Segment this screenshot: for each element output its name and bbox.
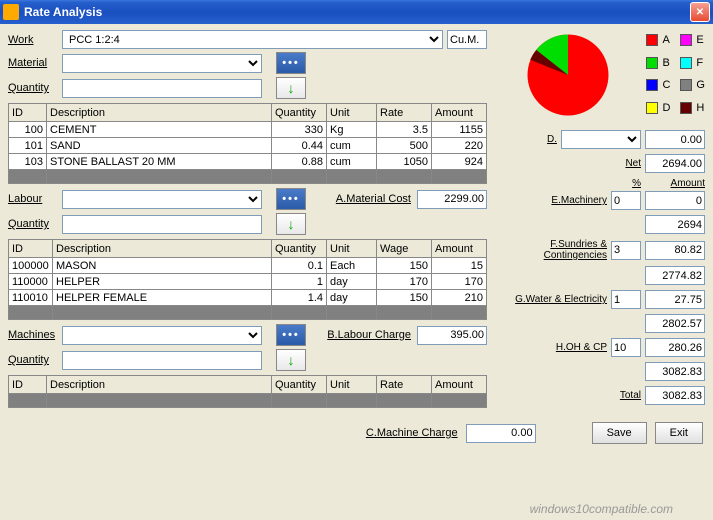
legend-swatch [646,34,658,46]
f-pc[interactable] [611,241,641,260]
labour-charge-label: B.Labour Charge [327,329,411,341]
labour-charge-value[interactable] [417,326,487,345]
e-label: E.Machinery [495,195,607,206]
total-value[interactable] [645,386,705,405]
work-label: Work [8,34,58,46]
amt-header: Amount [645,178,705,189]
g-label: G.Water & Electricity [495,294,607,305]
work-select[interactable]: PCC 1:2:4 [62,30,443,49]
d-label: D. [495,134,557,145]
material-label: Material [8,57,58,69]
machines-table: ID Description Quantity Unit Rate Amount [8,375,487,408]
subtotal-4[interactable] [645,362,705,381]
table-row[interactable]: 110000HELPER1day170170 [9,274,487,290]
net-value[interactable] [645,154,705,173]
d-select[interactable] [561,130,641,149]
material-cost-label: A.Material Cost [336,193,411,205]
material-qty-label: Quantity [8,82,58,94]
pie-chart [523,30,613,120]
e-amt[interactable] [645,191,705,210]
h-label: H.OH & CP [495,342,607,353]
g-pc[interactable] [611,290,641,309]
labour-qty-input[interactable] [62,215,262,234]
machines-qty-label: Quantity [8,354,58,366]
material-add-button[interactable]: ↓ [276,77,306,99]
table-row [9,394,487,408]
app-icon [3,4,19,20]
table-row[interactable]: 110010HELPER FEMALE1.4day150210 [9,290,487,306]
net-label: Net [495,158,641,169]
h-pc[interactable] [611,338,641,357]
close-button[interactable]: ✕ [690,2,710,22]
machines-lookup-button[interactable]: ••• [276,324,306,346]
table-row [9,170,487,184]
subtotal-3[interactable] [645,314,705,333]
f-amt[interactable] [645,241,705,260]
table-row[interactable]: 103STONE BALLAST 20 MM0.88cum1050924 [9,154,487,170]
machine-charge-label: C.Machine Charge [366,427,458,439]
total-label: Total [495,390,641,401]
col-qty: Quantity [272,104,327,122]
f-label: F.Sundries & Contingencies [495,239,607,261]
labour-label: Labour [8,193,58,205]
machines-qty-input[interactable] [62,351,262,370]
exit-button[interactable]: Exit [655,422,703,444]
labour-qty-label: Quantity [8,218,58,230]
col-unit: Unit [327,104,377,122]
machines-add-button[interactable]: ↓ [276,349,306,371]
table-row[interactable]: 100000MASON0.1Each15015 [9,258,487,274]
col-id: ID [9,104,47,122]
labour-table: ID Description Quantity Unit Wage Amount… [8,239,487,320]
d-value[interactable] [645,130,705,149]
material-qty-input[interactable] [62,79,262,98]
window-title: Rate Analysis [24,5,690,19]
machines-label: Machines [8,329,58,341]
col-amt: Amount [432,104,487,122]
col-rate: Rate [377,104,432,122]
table-row[interactable]: 100CEMENT330Kg3.51155 [9,122,487,138]
table-row[interactable]: 101SAND0.44cum500220 [9,138,487,154]
work-unit[interactable] [447,30,487,49]
material-select[interactable] [62,54,262,73]
legend: A E B F C G D H [646,30,705,120]
watermark: windows10compatible.com [530,502,673,516]
material-table: ID Description Quantity Unit Rate Amount… [8,103,487,184]
e-pc[interactable] [611,191,641,210]
subtotal-2[interactable] [645,266,705,285]
subtotal-1[interactable] [645,215,705,234]
titlebar: Rate Analysis ✕ [0,0,713,24]
g-amt[interactable] [645,290,705,309]
machine-charge-value[interactable] [466,424,536,443]
material-lookup-button[interactable]: ••• [276,52,306,74]
save-button[interactable]: Save [592,422,647,444]
col-desc: Description [47,104,272,122]
labour-select[interactable] [62,190,262,209]
table-row [9,306,487,320]
labour-add-button[interactable]: ↓ [276,213,306,235]
labour-lookup-button[interactable]: ••• [276,188,306,210]
h-amt[interactable] [645,338,705,357]
pc-header: % [611,178,641,189]
machines-select[interactable] [62,326,262,345]
material-cost-value[interactable] [417,190,487,209]
